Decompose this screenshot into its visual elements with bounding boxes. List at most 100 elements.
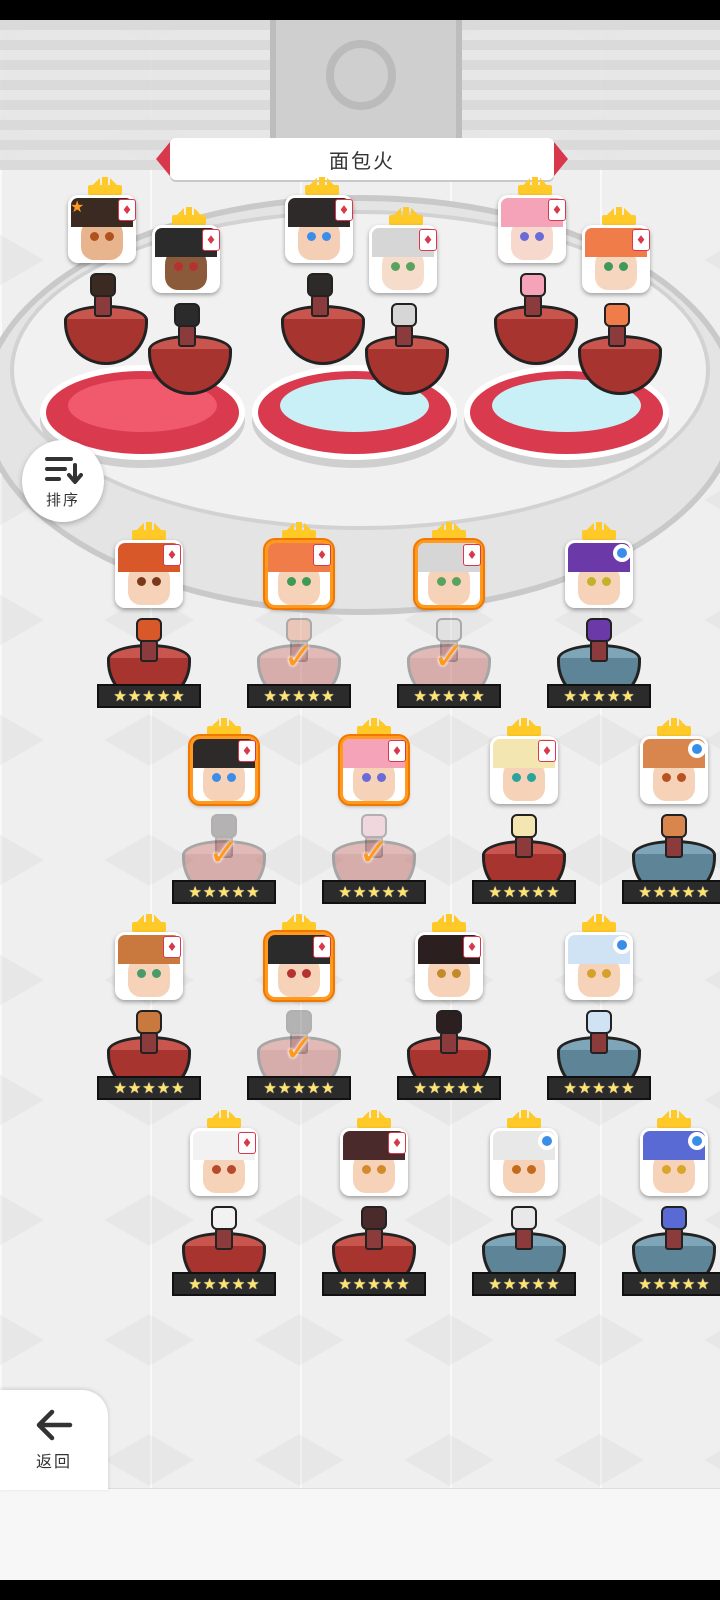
star-icon: ★ [113,686,127,705]
star-icon: ★ [638,882,652,901]
star-icon: ★ [427,1078,442,1097]
portrait-eye [603,262,613,272]
portrait-eye [136,969,146,979]
star-rating: ★ ★ ★ ★ ★ [472,880,576,904]
star-icon: ★ [352,882,367,901]
crown-icon [507,1110,541,1128]
star-icon: ★ [171,1078,185,1097]
diamond-tag-icon: ♦ [238,740,256,762]
portrait-eye [586,969,596,979]
pedestal-body [365,349,449,395]
leader-star-icon: ★ [70,197,85,216]
pedestal-body [578,349,662,395]
portrait-eye [361,1165,371,1175]
sprite-body [524,295,542,317]
diamond-tag-icon: ♦ [419,229,437,251]
character-sprite [303,273,337,319]
sprite-body [140,640,158,662]
chevron-left-icon [156,142,170,176]
portrait-eye [361,773,371,783]
crown-icon [432,522,466,540]
star-icon: ★ [338,1274,352,1293]
checkmark-icon: ✓ [358,830,390,874]
star-icon: ★ [502,1274,517,1293]
character-sprite [357,1206,391,1252]
star-icon: ★ [246,882,260,901]
sprite-body [94,295,112,317]
sort-button[interactable]: 排序 [22,440,104,522]
star-icon: ★ [171,686,185,705]
diamond-tag-icon: ♦ [463,544,481,566]
star-icon: ★ [563,686,577,705]
star-rating: ★ ★ ★ ★ ★ [547,1076,651,1100]
star-icon: ★ [156,1078,171,1097]
character-sprite [387,303,421,349]
star-icon: ★ [471,686,485,705]
portrait-eye [586,577,596,587]
portrait-eye [511,1165,521,1175]
diamond-tag-icon: ♦ [238,1132,256,1154]
portrait-eye [436,969,446,979]
star-rating: ★ ★ ★ ★ ★ [547,684,651,708]
portrait-eye [661,1165,671,1175]
star-icon: ★ [652,882,667,901]
star-rating: ★ ★ ★ ★ ★ [97,1076,201,1100]
star-icon: ★ [246,1274,260,1293]
star-icon: ★ [188,882,202,901]
star-icon: ★ [367,882,381,901]
star-icon: ★ [231,1274,246,1293]
crown-icon [657,1110,691,1128]
sort-label: 排序 [45,490,80,509]
star-icon: ★ [413,686,427,705]
star-icon: ★ [113,1078,127,1097]
crown-icon [132,522,166,540]
chevron-right-icon [554,142,568,176]
portrait-eye [89,232,99,242]
sprite-head [136,618,162,642]
character-sprite [86,273,120,319]
character-sprite [507,1206,541,1252]
character-sprite [132,1010,166,1056]
team-name-banner[interactable]: 面包火 [156,138,568,180]
star-icon: ★ [442,686,456,705]
circle-tag-icon [613,544,631,562]
star-icon: ★ [531,882,546,901]
star-icon: ★ [681,882,696,901]
portrait-eye [286,577,296,587]
star-rating: ★ ★ ★ ★ ★ [97,684,201,708]
star-icon: ★ [592,1078,606,1097]
portrait-eye [306,232,316,242]
star-icon: ★ [442,1078,456,1097]
sprite-body [590,1032,608,1054]
sprite-head [661,814,687,838]
bottom-bar [0,1488,720,1580]
star-icon: ★ [681,1274,696,1293]
portrait-eye [390,262,400,272]
back-button[interactable]: 返回 [0,1390,108,1490]
star-icon: ★ [306,1078,321,1097]
diamond-tag-icon: ♦ [463,936,481,958]
sprite-head [307,273,333,297]
star-icon: ★ [517,882,531,901]
star-icon: ★ [367,1274,381,1293]
circle-tag-icon [613,936,631,954]
star-rating: ★ ★ ★ ★ ★ [322,1272,426,1296]
star-icon: ★ [202,1274,217,1293]
character-sprite [207,1206,241,1252]
status-bar [0,0,720,20]
sort-icon [45,456,83,484]
star-icon: ★ [263,686,277,705]
sprite-head [174,303,200,327]
circle-tag-icon [688,1132,706,1150]
crown-icon [518,177,552,195]
star-icon: ★ [306,686,321,705]
star-icon: ★ [456,686,471,705]
star-icon: ★ [381,882,396,901]
diamond-tag-icon: ♦ [548,199,566,221]
star-icon: ★ [263,1078,277,1097]
star-rating: ★ ★ ★ ★ ★ [247,1076,351,1100]
star-icon: ★ [592,686,606,705]
sprite-body [395,325,413,347]
star-icon: ★ [488,882,502,901]
star-rating: ★ ★ ★ ★ ★ [247,684,351,708]
